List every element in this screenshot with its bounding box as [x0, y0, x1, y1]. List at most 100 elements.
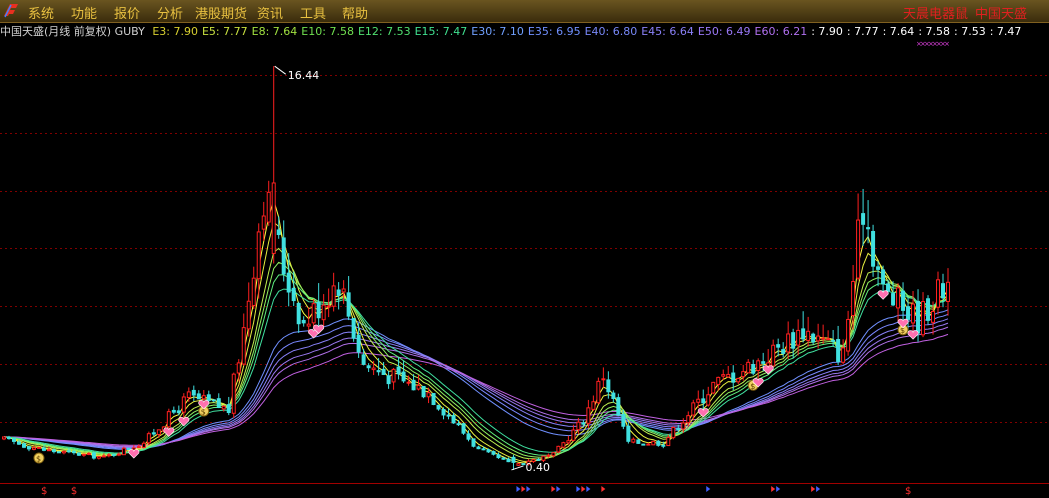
candle-body [196, 393, 201, 400]
candle-body [436, 404, 441, 410]
candle-body [716, 376, 721, 385]
heart-marker-icon [907, 330, 919, 340]
candle-body [336, 289, 341, 296]
candle-body [261, 215, 266, 230]
ma-value-13: : 7.77 [846, 25, 879, 38]
low-annotation-label: 0.40 [525, 461, 550, 474]
candle-body [271, 182, 276, 254]
candle-body [121, 447, 126, 456]
candle-body [166, 411, 171, 428]
candle-body [671, 426, 676, 439]
chart-svg[interactable]: 16.440.40$$$$$ $ $×××××××× [0, 40, 1049, 498]
candle-body [506, 458, 511, 463]
candle-body [231, 373, 236, 414]
signal-arrow-icon [776, 486, 781, 492]
candle-body [206, 394, 211, 401]
menu-hk-futures[interactable]: 港股期货 [195, 3, 247, 22]
candle-body [516, 463, 521, 466]
candle-body [886, 283, 891, 292]
ma-value-16: : 7.53 [954, 25, 986, 38]
candle-body [806, 330, 811, 341]
ma-value-5: E15: 7.47 [414, 25, 468, 38]
top-right-label-1[interactable]: 天晨电器鼠 [903, 3, 968, 22]
signal-arrow-icon [816, 486, 821, 492]
chart-title: 中国天盛(月线 前复权) GUBY [0, 25, 145, 38]
candle-body [486, 449, 491, 453]
ma-value-12: : 7.90 [811, 25, 843, 38]
candle-body [581, 422, 586, 425]
candle-body [856, 219, 861, 279]
top-right-label-2[interactable]: 中国天盛 [975, 3, 1027, 22]
candle-body [216, 398, 221, 408]
ma-value-9: E45: 6.64 [641, 25, 694, 38]
candlestick-chart[interactable]: 16.44 0.40 $ $ $ $ $ $ $ × × × × × × × × [0, 40, 1049, 498]
menu-help[interactable]: 帮助 [342, 3, 368, 22]
candle-body [731, 372, 736, 383]
signal-arrow-icon [706, 486, 711, 492]
candle-body [616, 397, 621, 416]
candle-body [301, 319, 306, 324]
candle-body [176, 410, 181, 414]
candle-body [381, 368, 386, 375]
candle-body [926, 298, 931, 321]
candle-body [816, 335, 821, 342]
candle-body [496, 454, 501, 459]
candle-body [851, 281, 856, 317]
ma-value-3: E10: 7.58 [301, 25, 354, 38]
candle-body [626, 425, 631, 442]
candle-body [636, 439, 641, 444]
candle-body [476, 446, 481, 450]
candle-body [376, 370, 381, 373]
menu-function[interactable]: 功能 [71, 3, 97, 22]
candle-body [136, 446, 141, 449]
candle-body [571, 429, 576, 441]
candle-body [321, 304, 326, 321]
candle-body [71, 450, 76, 454]
candle-body [31, 447, 36, 450]
candle-body [726, 373, 731, 378]
candle-body [936, 279, 941, 308]
candle-body [776, 344, 781, 348]
candle-body [56, 451, 61, 454]
candle-body [786, 333, 791, 353]
candle-body [421, 385, 426, 398]
candle-body [881, 269, 886, 285]
candle-body [556, 445, 561, 453]
candle-body [686, 415, 691, 424]
candle-body [51, 449, 56, 453]
candle-body [876, 266, 881, 270]
candle-body [251, 277, 256, 306]
candle-body [641, 443, 646, 446]
candle-body [236, 362, 241, 374]
candle-body [691, 402, 696, 416]
candle-body [226, 404, 231, 414]
menu-tools[interactable]: 工具 [300, 3, 326, 22]
candle-body [791, 332, 796, 349]
menu-system[interactable]: 系统 [28, 3, 54, 22]
candle-body [546, 454, 551, 457]
menu-quote[interactable]: 报价 [114, 3, 140, 22]
heart-marker-icon [877, 290, 889, 300]
candle-body [666, 437, 671, 447]
candle-body [801, 328, 806, 340]
menu-news[interactable]: 资讯 [257, 3, 283, 22]
candle-body [391, 368, 396, 383]
legend-x-icon: × [944, 40, 950, 48]
candle-body [751, 364, 756, 374]
menu-analysis[interactable]: 分析 [157, 3, 183, 22]
candle-body [306, 323, 311, 327]
signal-arrow-icon [576, 486, 581, 492]
candle-body [311, 303, 316, 324]
candle-body [646, 443, 651, 446]
candle-body [431, 393, 436, 406]
candle-body [241, 327, 246, 365]
sell-signal-icon: $ [71, 486, 77, 497]
candle-body [461, 423, 466, 434]
ma-value-0: E3: 7.90 [152, 25, 198, 38]
candle-body [696, 398, 701, 403]
candle-body [451, 415, 456, 424]
candle-body [191, 389, 196, 396]
signal-arrow-icon [516, 486, 521, 492]
app-logo-icon[interactable] [2, 2, 20, 19]
candle-body [406, 381, 411, 384]
